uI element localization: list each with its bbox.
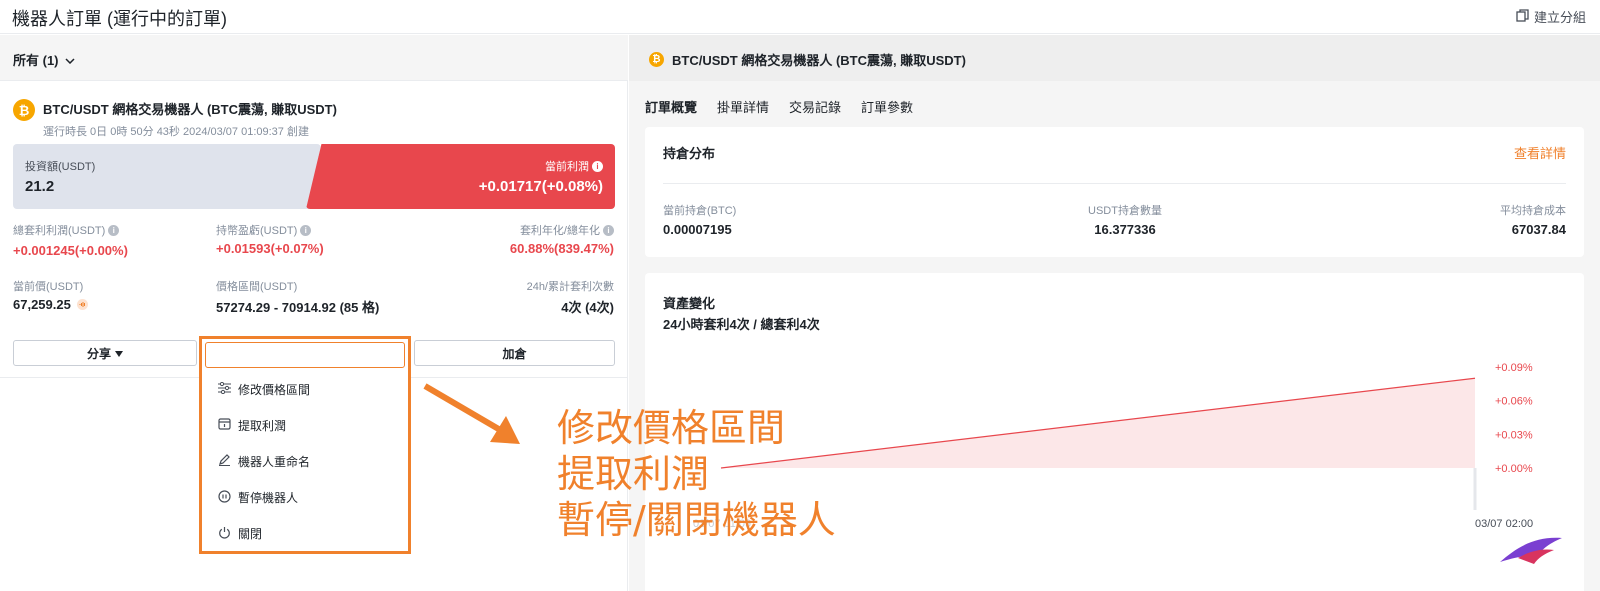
menu-item-label: 關閉 (238, 527, 263, 541)
menu-item-pause[interactable]: 暫停機器人 (218, 489, 298, 506)
add-position-button[interactable]: 加倉 (414, 340, 615, 366)
position-value: 16.377336 (1094, 222, 1156, 237)
view-details-link[interactable]: 查看詳情 (1514, 143, 1566, 162)
menu-item-label: 修改價格區間 (238, 383, 311, 397)
stat-value: 60.88%(839.47%) (509, 241, 614, 256)
stat-label: 套利年化/總年化 i (520, 222, 614, 238)
menu-item-rename[interactable]: 機器人重命名 (218, 453, 310, 470)
stat-value: 67,259.25 (13, 297, 71, 312)
bot-name: BTC/USDT 網格交易機器人 (BTC震蕩, 賺取USDT) (43, 102, 337, 117)
menu-item-close[interactable]: 關閉 (218, 525, 262, 542)
bot-header: ₿ BTC/USDT 網格交易機器人 (BTC震蕩, 賺取USDT) 運行時長 … (13, 99, 337, 139)
invest-value: 21.2 (25, 178, 55, 195)
position-value: 0.00007195 (663, 222, 732, 237)
stat-value: 57274.29 - 70914.92 (85 格) (216, 300, 380, 315)
detail-header: ₿ BTC/USDT 網格交易機器人 (BTC震蕩, 賺取USDT) (629, 35, 1600, 81)
annotation-text: 修改價格區間 提取利潤 暫停/關閉機器人 (557, 405, 836, 543)
menu-item-modify-range[interactable]: 修改價格區間 (218, 381, 310, 398)
menu-item-label: 機器人重命名 (238, 455, 311, 469)
position-card: 持倉分布 查看詳情 當前持倉(BTC) 0.00007195 USDT持倉數量 … (645, 127, 1584, 257)
profit-label: 當前利潤 (545, 161, 589, 173)
annotation-arrow-icon (423, 383, 520, 444)
filter-dropdown[interactable]: 所有 (1) (13, 50, 75, 69)
position-title: 持倉分布 (663, 146, 716, 161)
annotation-line: 修改價格區間 (557, 406, 786, 450)
brand-logo-icon (1500, 537, 1562, 564)
share-label: 分享 (86, 346, 111, 361)
position-value: 67037.84 (1511, 222, 1566, 237)
stat-label: 總套利利潤(USDT) i (13, 222, 120, 238)
info-icon[interactable]: i (300, 224, 312, 236)
info-icon[interactable]: i (603, 224, 614, 236)
tab-overview[interactable]: 訂單概覽 (645, 97, 697, 116)
withdraw-icon (218, 418, 231, 433)
pause-icon (218, 489, 231, 506)
menu-item-label: 提取利潤 (238, 419, 287, 433)
position-label: 當前持倉(BTC) (663, 205, 737, 217)
stat-label: 價格區間(USDT) (216, 281, 298, 293)
y-tick-label: +0.00% (1495, 463, 1533, 475)
top-bar: 機器人訂單 (運行中的訂單) 建立分組 (0, 0, 1600, 34)
create-group-label: 建立分組 (1533, 10, 1586, 25)
copy-icon (1516, 8, 1529, 25)
invest-label: 投資額(USDT) (25, 161, 96, 173)
annotation-line: 提取利潤 (557, 452, 710, 496)
y-tick-label: +0.09% (1495, 362, 1533, 374)
stat-value: +0.01593(+0.07%) (216, 241, 324, 256)
tab-trade-history[interactable]: 交易記錄 (789, 97, 841, 116)
divider (663, 183, 1566, 184)
menu-item-label: 暫停機器人 (238, 491, 299, 505)
tab-pending-orders[interactable]: 掛單詳情 (717, 97, 769, 116)
stat-value: +0.001245(+0.00%) (13, 243, 128, 258)
investment-box: 投資額(USDT) 21.2 (13, 144, 321, 209)
profit-value: +0.01717(+0.08%) (478, 178, 603, 195)
current-price: 67,259.25 (13, 297, 88, 312)
position-label: USDT持倉數量 (1088, 205, 1162, 217)
y-tick-label: +0.06% (1495, 396, 1533, 408)
create-group-button[interactable]: 建立分組 (1516, 7, 1586, 26)
filter-bar: 所有 (1) (0, 35, 628, 81)
caret-down-icon (115, 346, 123, 360)
position-label: 平均持倉成本 (1500, 205, 1566, 217)
chevron-down-icon (64, 52, 75, 67)
filter-label: 所有 (1) (13, 53, 59, 68)
power-icon (218, 526, 231, 542)
current-profit-box: 當前利潤 i +0.01717(+0.08%) (306, 144, 615, 209)
info-icon[interactable]: i (592, 160, 603, 172)
pencil-icon (218, 454, 231, 469)
stat-value: 4次 (4次) (561, 300, 614, 315)
menu-item-withdraw-profit[interactable]: 提取利潤 (218, 417, 286, 434)
info-icon[interactable]: i (108, 224, 120, 236)
btc-coin-icon: ₿ (649, 52, 664, 67)
annotation-line: 暫停/關閉機器人 (557, 498, 836, 542)
more-menu: 修改價格區間 提取利潤 機器人重命名 暫停機器人 關閉 (199, 336, 411, 554)
share-button[interactable]: 分享 (13, 340, 197, 366)
y-tick-label: +0.03% (1495, 429, 1533, 441)
page-title: 機器人訂單 (運行中的訂單) (12, 9, 227, 29)
btc-coin-icon: ₿ (13, 99, 35, 121)
stat-label: 當前價(USDT) (13, 281, 84, 293)
live-pulse-icon (76, 299, 88, 310)
detail-title: BTC/USDT 網格交易機器人 (BTC震蕩, 賺取USDT) (672, 53, 966, 68)
bot-runtime: 運行時長 0日 0時 50分 43秒 2024/03/07 01:09:37 創… (43, 126, 309, 138)
detail-tabs: 訂單概覽 掛單詳情 交易記錄 訂單參數 (645, 97, 913, 116)
more-button-highlight (205, 342, 405, 368)
sliders-icon (218, 381, 231, 397)
tab-order-params[interactable]: 訂單參數 (861, 97, 913, 116)
add-label: 加倉 (502, 346, 527, 361)
stat-label: 持幣盈虧(USDT) i (216, 222, 312, 238)
stat-label: 24h/累計套利次數 (526, 281, 614, 293)
